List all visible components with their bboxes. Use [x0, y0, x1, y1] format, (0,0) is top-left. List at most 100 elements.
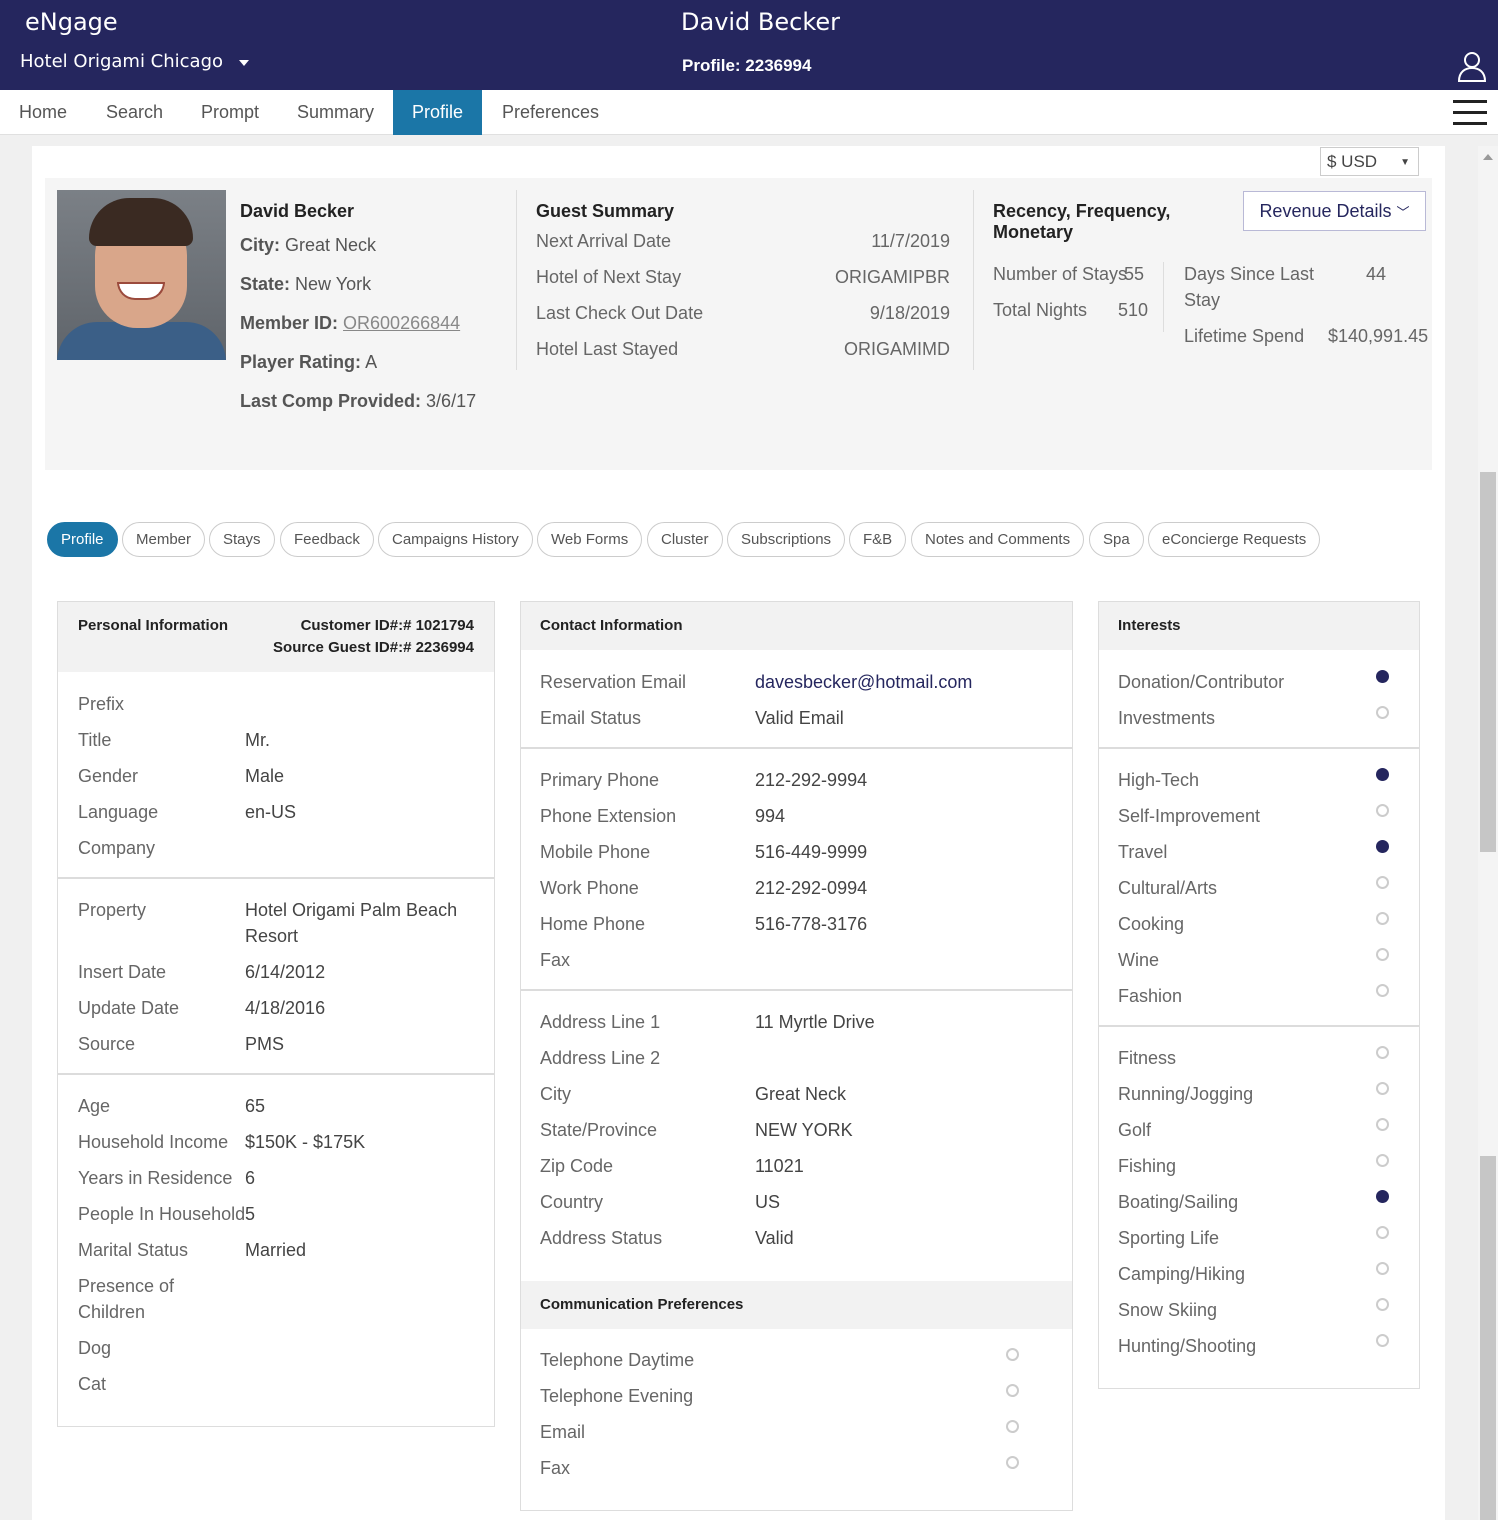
- tab-spa[interactable]: Spa: [1089, 522, 1144, 557]
- email-link[interactable]: davesbecker@hotmail.com: [755, 669, 972, 695]
- user-icon[interactable]: [1456, 50, 1488, 82]
- scrollbar-thumb[interactable]: [1480, 472, 1496, 852]
- interest-label: Donation/Contributor: [1118, 672, 1285, 692]
- interest-radio[interactable]: [1376, 1226, 1389, 1239]
- interest-label: Sporting Life: [1118, 1228, 1220, 1248]
- section-divider: [521, 747, 1072, 749]
- interests-card: Interests Donation/Contributor Investmen…: [1098, 601, 1420, 1389]
- tab-campaigns-history[interactable]: Campaigns History: [378, 522, 533, 557]
- scrollbar[interactable]: [1478, 146, 1498, 1520]
- interest-radio[interactable]: [1376, 1334, 1389, 1347]
- nav-profile[interactable]: Profile: [393, 90, 483, 135]
- tab-econcierge-requests[interactable]: eConcierge Requests: [1148, 522, 1321, 557]
- field-label: Address Line 1: [540, 1012, 661, 1032]
- interest-radio[interactable]: [1376, 706, 1389, 719]
- contact-info-title: Contact Information: [540, 617, 683, 634]
- tab-subscriptions[interactable]: Subscriptions: [727, 522, 846, 557]
- field-value: 6/14/2012: [245, 962, 326, 982]
- field-label: Zip Code: [540, 1156, 614, 1176]
- comm-pref-label: Fax: [540, 1458, 571, 1478]
- gs-value: 11/7/2019: [871, 231, 950, 251]
- field-value: $150K - $175K: [245, 1132, 366, 1152]
- menu-icon[interactable]: [1453, 100, 1487, 126]
- interest-label: Fishing: [1118, 1156, 1177, 1176]
- interest-radio[interactable]: [1376, 948, 1389, 961]
- gs-label: Hotel of Next Stay: [536, 267, 682, 287]
- tab-member[interactable]: Member: [122, 522, 206, 557]
- interest-radio[interactable]: [1376, 804, 1389, 817]
- field-label: Insert Date: [78, 962, 167, 982]
- interest-radio[interactable]: [1376, 1154, 1389, 1167]
- gs-value: 9/18/2019: [869, 303, 950, 323]
- scroll-up-icon[interactable]: [1483, 154, 1493, 160]
- nav-prompt[interactable]: Prompt: [182, 90, 278, 135]
- gs-value: ORIGAMIMD: [844, 339, 950, 359]
- rfm-title: Recency, Frequency, Monetary: [993, 201, 1171, 242]
- nav-home[interactable]: Home: [0, 90, 86, 135]
- scrollbar-thumb-lower[interactable]: [1480, 1156, 1496, 1520]
- field-value: Male: [245, 766, 285, 786]
- interest-radio[interactable]: [1376, 912, 1389, 925]
- brand-logo: eNgage: [25, 8, 118, 36]
- tab-fb[interactable]: F&B: [849, 522, 907, 557]
- interest-label: Wine: [1118, 950, 1160, 970]
- field-label: Gender: [78, 766, 139, 786]
- tab-stays[interactable]: Stays: [209, 522, 275, 557]
- interest-radio[interactable]: [1376, 1118, 1389, 1131]
- main-nav: Home Search Prompt Summary Profile Prefe…: [0, 90, 1498, 135]
- interest-radio[interactable]: [1376, 984, 1389, 997]
- tab-notes-and-comments[interactable]: Notes and Comments: [911, 522, 1085, 557]
- interest-label: Camping/Hiking: [1118, 1264, 1246, 1284]
- rfm-nights-label: Total Nights: [993, 300, 1088, 320]
- interest-radio[interactable]: [1376, 1298, 1389, 1311]
- nav-search[interactable]: Search: [87, 90, 182, 135]
- personal-info-title: Personal Information: [78, 617, 229, 634]
- field-label: Country: [540, 1192, 604, 1212]
- dropdown-arrow-icon: ▼: [1400, 157, 1410, 168]
- header-guest-name: David Becker: [681, 8, 841, 36]
- currency-select[interactable]: $ USD ▼: [1320, 147, 1419, 176]
- field-label: Years in Residence: [78, 1168, 233, 1188]
- tab-web-forms[interactable]: Web Forms: [537, 522, 643, 557]
- nav-preferences[interactable]: Preferences: [483, 90, 618, 135]
- interest-radio[interactable]: [1376, 1082, 1389, 1095]
- field-value: 11 Myrtle Drive: [755, 1012, 875, 1032]
- rfm-stays-value: 55: [1124, 264, 1145, 284]
- comm-pref-radio[interactable]: [1006, 1456, 1019, 1469]
- field-value: US: [755, 1192, 781, 1212]
- gs-label: Last Check Out Date: [536, 303, 704, 323]
- tab-cluster[interactable]: Cluster: [647, 522, 723, 557]
- interest-radio[interactable]: [1376, 1046, 1389, 1059]
- field-label: State/Province: [540, 1120, 658, 1140]
- comm-pref-label: Email: [540, 1422, 586, 1442]
- divider: [1163, 262, 1164, 332]
- interest-radio-selected[interactable]: [1376, 1190, 1389, 1203]
- interest-label: Golf: [1118, 1120, 1152, 1140]
- field-value: PMS: [245, 1034, 285, 1054]
- section-divider: [1099, 747, 1419, 749]
- interest-label: Cooking: [1118, 914, 1185, 934]
- field-value: NEW YORK: [755, 1120, 853, 1140]
- interest-radio-selected[interactable]: [1376, 670, 1389, 683]
- interest-radio[interactable]: [1376, 1262, 1389, 1275]
- revenue-details-button[interactable]: Revenue Details ﹀: [1243, 191, 1426, 231]
- customer-id: Customer ID#:# 1021794: [300, 617, 474, 634]
- comm-pref-radio[interactable]: [1006, 1384, 1019, 1397]
- gs-label: Hotel Last Stayed: [536, 339, 679, 359]
- tab-feedback[interactable]: Feedback: [280, 522, 374, 557]
- member-id-link[interactable]: OR600266844: [343, 313, 460, 333]
- field-label: Household Income: [78, 1132, 229, 1152]
- field-value: 994: [755, 806, 786, 826]
- interest-radio-selected[interactable]: [1376, 768, 1389, 781]
- interest-radio[interactable]: [1376, 876, 1389, 889]
- nav-summary[interactable]: Summary: [278, 90, 393, 135]
- hotel-selector[interactable]: Hotel Origami Chicago: [20, 51, 250, 72]
- tab-profile[interactable]: Profile: [47, 522, 118, 557]
- rfm-spend-value: $140,991.45: [1328, 326, 1429, 346]
- interest-radio-selected[interactable]: [1376, 840, 1389, 853]
- field-value: Married: [245, 1240, 307, 1260]
- field-label: Source: [78, 1034, 136, 1054]
- comm-pref-radio[interactable]: [1006, 1420, 1019, 1433]
- section-divider: [58, 877, 494, 879]
- comm-pref-radio[interactable]: [1006, 1348, 1019, 1361]
